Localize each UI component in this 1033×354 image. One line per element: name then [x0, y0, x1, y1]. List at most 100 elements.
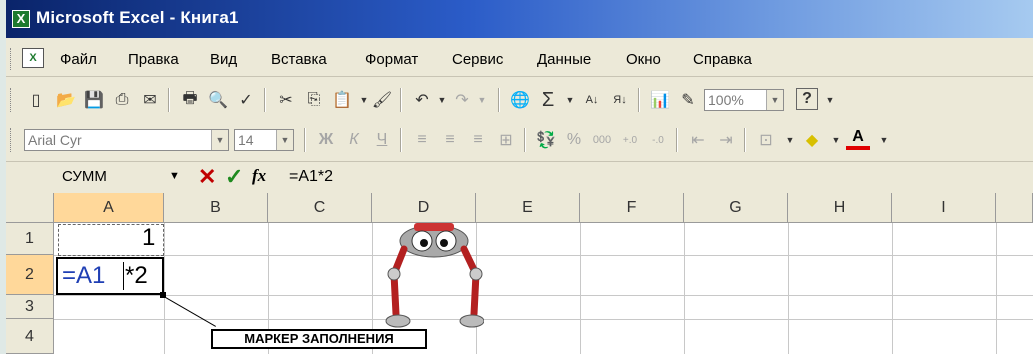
print-preview-icon[interactable]: 🔍 [206, 88, 230, 112]
cell-a2-operator: *2 [123, 262, 148, 290]
percent-button[interactable]: % [562, 128, 586, 152]
borders-icon[interactable]: ⊡ [754, 128, 778, 152]
toolbar-grip[interactable] [10, 88, 14, 112]
enter-icon[interactable]: ✓ [225, 164, 243, 190]
underline-button[interactable]: Ч [370, 128, 394, 152]
gridline [684, 223, 685, 354]
cancel-icon[interactable]: ✕ [198, 164, 216, 190]
menu-help[interactable]: Справка [693, 51, 752, 68]
borders-dropdown-icon[interactable]: ▼ [778, 128, 802, 152]
insert-function-button[interactable]: fx [252, 166, 266, 186]
row-header-4[interactable]: 4 [6, 319, 54, 354]
column-header-f[interactable]: F [580, 193, 684, 223]
document-icon[interactable]: X [22, 48, 44, 68]
menu-file[interactable]: Файл [60, 51, 97, 68]
decrease-indent-icon[interactable]: ⇤ [686, 128, 710, 152]
toolbar-separator [744, 128, 746, 152]
formula-bar: СУММ ▼ ✕ ✓ fx =A1*2 [6, 161, 1033, 194]
autosum-dropdown-icon[interactable]: ▼ [558, 88, 582, 112]
zoom-combo[interactable]: 100% ▼ [704, 89, 784, 111]
row-header-3[interactable]: 3 [6, 295, 54, 319]
gridline [54, 295, 1033, 296]
paste-icon[interactable]: 📋 [330, 88, 354, 112]
spelling-icon[interactable]: ✓ [234, 88, 258, 112]
toolbar-separator [400, 128, 402, 152]
robot-assistant-illustration [385, 223, 484, 328]
hyperlink-icon[interactable]: 🌐 [508, 88, 532, 112]
column-header-e[interactable]: E [476, 193, 580, 223]
bold-button[interactable]: Ж [314, 128, 338, 152]
column-header-next[interactable] [996, 193, 1033, 223]
thousands-button[interactable]: 000 [590, 128, 614, 152]
permission-icon[interactable]: ⎙ [110, 88, 134, 112]
email-icon[interactable]: ✉ [138, 88, 162, 112]
menu-grip[interactable] [10, 48, 14, 70]
currency-icon[interactable]: 💱 [534, 128, 558, 152]
gridline [996, 223, 997, 354]
formula-input[interactable]: =A1*2 [289, 168, 333, 186]
fill-color-dropdown-icon[interactable]: ▼ [824, 128, 848, 152]
help-icon[interactable]: ? [796, 88, 818, 110]
open-icon[interactable]: 📂 [54, 88, 78, 112]
sort-descending-icon[interactable]: Я↓ [608, 88, 632, 112]
gridline [54, 255, 1033, 256]
drawing-icon[interactable]: ✎ [676, 88, 700, 112]
name-box[interactable]: СУММ [62, 168, 107, 185]
menu-format[interactable]: Формат [365, 51, 418, 68]
menu-window[interactable]: Окно [626, 51, 661, 68]
column-header-g[interactable]: G [684, 193, 788, 223]
redo-dropdown-icon[interactable]: ▼ [470, 88, 494, 112]
menu-insert[interactable]: Вставка [271, 51, 327, 68]
align-right-icon[interactable]: ≡ [466, 128, 490, 152]
font-size-combo[interactable]: 14 ▼ [234, 129, 294, 151]
font-name-combo[interactable]: Arial Cyr ▼ [24, 129, 229, 151]
align-center-icon[interactable]: ≡ [438, 128, 462, 152]
chevron-down-icon[interactable]: ▼ [211, 130, 228, 150]
column-header-c[interactable]: C [268, 193, 372, 223]
standard-toolbar: ▯ 📂 💾 ⎙ ✉ 🖶 🔍 ✓ ✂ ⎘ 📋 ▼ 🖌 ↶ ▼ ↷ ▼ 🌐 Σ ▼ … [6, 82, 1033, 118]
gridline [580, 223, 581, 354]
sort-ascending-icon[interactable]: А↓ [580, 88, 604, 112]
align-left-icon[interactable]: ≡ [410, 128, 434, 152]
fill-color-icon[interactable]: ◆ [800, 128, 824, 152]
chart-wizard-icon[interactable]: 📊 [648, 88, 672, 112]
row-header-2[interactable]: 2 [6, 255, 54, 295]
save-icon[interactable]: 💾 [82, 88, 106, 112]
format-painter-icon[interactable]: 🖌 [370, 88, 394, 112]
copy-icon[interactable]: ⎘ [302, 88, 326, 112]
menu-edit[interactable]: Правка [128, 51, 179, 68]
column-header-a[interactable]: A [54, 193, 164, 223]
merge-center-icon[interactable]: ⊞ [494, 128, 518, 152]
cell-a1-value[interactable]: 1 [142, 224, 155, 252]
toolbar-grip[interactable] [10, 128, 14, 152]
font-color-dropdown-icon[interactable]: ▼ [872, 128, 896, 152]
font-color-icon[interactable]: A [846, 128, 870, 150]
cut-icon[interactable]: ✂ [274, 88, 298, 112]
excel-app-icon[interactable]: X [12, 10, 30, 28]
column-header-h[interactable]: H [788, 193, 892, 223]
row-header-1[interactable]: 1 [6, 223, 54, 255]
fill-handle-callout: МАРКЕР ЗАПОЛНЕНИЯ [211, 329, 427, 349]
italic-button[interactable]: К [342, 128, 366, 152]
increase-indent-icon[interactable]: ⇥ [714, 128, 738, 152]
new-icon[interactable]: ▯ [24, 88, 48, 112]
autosum-icon[interactable]: Σ [536, 88, 560, 112]
title-bar: X Microsoft Excel - Книга1 [6, 0, 1033, 38]
print-icon[interactable]: 🖶 [178, 88, 202, 112]
menu-tools[interactable]: Сервис [452, 51, 503, 68]
select-all-corner[interactable] [6, 193, 54, 223]
menu-view[interactable]: Вид [210, 51, 237, 68]
column-header-i[interactable]: I [892, 193, 996, 223]
toolbar-separator [638, 88, 640, 112]
menu-bar: X Файл Правка Вид Вставка Формат Сервис … [6, 42, 1033, 77]
chevron-down-icon[interactable]: ▼ [276, 130, 293, 150]
toolbar-separator [264, 88, 266, 112]
decrease-decimal-icon[interactable]: -.0 [646, 128, 670, 152]
font-size-value: 14 [238, 132, 254, 148]
column-header-b[interactable]: B [164, 193, 268, 223]
name-box-dropdown-icon[interactable]: ▼ [169, 170, 180, 182]
help-dropdown-icon[interactable]: ▼ [818, 88, 842, 112]
menu-data[interactable]: Данные [537, 51, 591, 68]
chevron-down-icon[interactable]: ▼ [766, 90, 783, 110]
increase-decimal-icon[interactable]: +.0 [618, 128, 642, 152]
